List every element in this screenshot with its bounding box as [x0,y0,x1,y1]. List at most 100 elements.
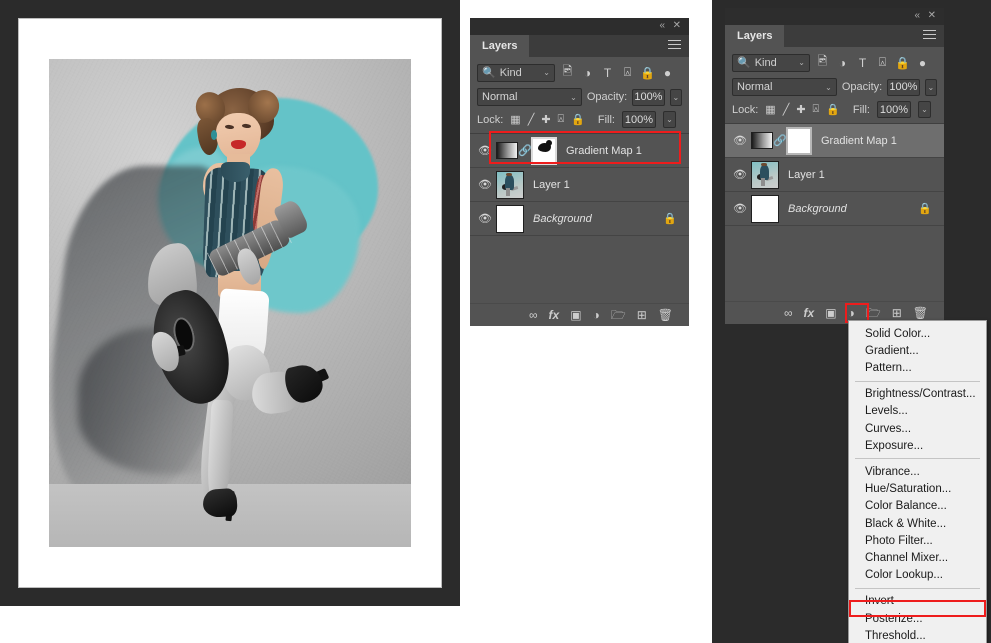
blend-mode-select[interactable]: Normal ⌄ [477,88,582,106]
eye-icon[interactable]: 👁 [729,168,751,181]
pixel-layer-icon[interactable]: 🖻 [815,52,830,73]
link-icon[interactable]: 🔗 [518,144,532,157]
shape-layer-icon[interactable]: ⍓ [875,55,890,70]
layer-name: Gradient Map 1 [566,144,642,157]
table-row[interactable]: 👁 🔗 Gradient Map 1 [725,124,944,158]
layer-styles-fx-icon[interactable]: fx [549,309,560,321]
menu-item-threshold[interactable]: Threshold... [849,627,986,643]
new-layer-icon[interactable]: ⊞ [892,307,902,319]
gradient-map-thumbnail[interactable] [751,132,773,149]
menu-item-invert[interactable]: Invert [849,593,986,610]
table-row[interactable]: 👁 Background 🔒 [470,202,689,236]
opacity-input[interactable]: 100% [887,78,920,96]
blend-mode-select[interactable]: Normal ⌄ [732,78,837,96]
menu-item-hue-saturation[interactable]: Hue/Saturation... [849,481,986,498]
lock-image-pixels-icon[interactable]: ╱ [783,103,790,116]
link-layers-icon[interactable]: ∞ [784,307,793,319]
delete-layer-icon[interactable]: 🗑 [913,307,928,319]
lock-position-icon[interactable]: ✚ [796,103,805,116]
table-row[interactable]: 👁 Layer 1 [470,168,689,202]
fill-input[interactable]: 100% [621,111,656,128]
smart-object-icon[interactable]: 🔒 [640,66,655,80]
collapse-icon[interactable]: « [659,20,665,32]
table-row[interactable]: 👁 🔗 Gradient Map 1 [470,134,689,168]
opacity-stepper-icon[interactable]: ⌄ [669,88,683,106]
shape-layer-icon[interactable]: ⍓ [620,65,635,80]
link-icon[interactable]: 🔗 [773,134,787,147]
menu-item-curves[interactable]: Curves... [849,420,986,437]
new-adjustment-layer-menu[interactable]: Solid Color... Gradient... Pattern... Br… [848,320,987,643]
lock-transparent-pixels-icon[interactable]: ▦ [765,103,775,116]
menu-item-color-balance[interactable]: Color Balance... [849,498,986,515]
close-icon[interactable]: ✕ [928,10,936,22]
eye-icon[interactable]: 👁 [729,134,751,147]
link-layers-icon[interactable]: ∞ [529,309,538,321]
close-icon[interactable]: ✕ [673,20,681,32]
smart-object-icon[interactable]: 🔒 [895,56,910,70]
gradient-map-thumbnail[interactable] [496,142,518,159]
lock-position-icon[interactable]: ✚ [541,113,550,126]
lock-all-icon[interactable]: 🔒 [826,103,840,116]
adjustment-layer-icon[interactable]: ◑ [835,56,850,70]
menu-item-black-and-white[interactable]: Black & White... [849,515,986,532]
photo-thumbnail[interactable] [751,160,779,189]
menu-item-channel-mixer[interactable]: Channel Mixer... [849,549,986,566]
add-layer-mask-icon[interactable]: ▣ [570,309,581,321]
eye-icon[interactable]: 👁 [474,178,496,191]
menu-item-posterize[interactable]: Posterize... [849,610,986,627]
pixel-layer-icon[interactable]: 🖻 [560,62,575,83]
filter-kind-label: Kind [499,66,522,79]
layer-mask-thumbnail[interactable] [786,126,812,155]
lock-artboard-icon[interactable]: ⍓ [558,113,565,126]
eye-icon[interactable]: 👁 [474,212,496,225]
filter-toggle-icon[interactable]: ● [915,56,930,70]
tab-layers[interactable]: Layers [725,25,785,47]
filter-toggle-icon[interactable]: ● [660,66,675,80]
filter-kind-select[interactable]: 🔍 Kind ⌄ [732,53,810,72]
panel-tabbar-left: Layers [470,35,689,57]
menu-item-photo-filter[interactable]: Photo Filter... [849,532,986,549]
new-adjustment-layer-icon[interactable]: ◑ [593,309,600,321]
delete-layer-icon[interactable]: 🗑 [658,309,673,321]
lock-transparent-pixels-icon[interactable]: ▦ [510,113,520,126]
new-group-icon[interactable]: 🗁 [866,307,881,319]
menu-item-brightness-contrast[interactable]: Brightness/Contrast... [849,386,986,403]
collapse-icon[interactable]: « [914,10,920,22]
menu-item-pattern[interactable]: Pattern... [849,359,986,376]
opacity-input[interactable]: 100% [632,88,665,106]
photo-thumbnail[interactable] [496,170,524,199]
new-layer-icon[interactable]: ⊞ [637,309,647,321]
opacity-stepper-icon[interactable]: ⌄ [924,78,938,96]
type-layer-icon[interactable]: T [855,56,870,70]
add-layer-mask-icon[interactable]: ▣ [825,307,836,319]
menu-item-levels[interactable]: Levels... [849,403,986,420]
hamburger-icon[interactable] [923,30,936,40]
lock-image-pixels-icon[interactable]: ╱ [528,113,535,126]
layer-mask-thumbnail[interactable] [531,136,557,165]
white-thumbnail[interactable] [496,204,524,233]
table-row[interactable]: 👁 Background 🔒 [725,192,944,226]
white-thumbnail[interactable] [751,194,779,223]
new-adjustment-layer-icon[interactable]: ◑ [848,307,855,319]
menu-item-exposure[interactable]: Exposure... [849,437,986,454]
eye-icon[interactable]: 👁 [729,202,751,215]
table-row[interactable]: 👁 Layer 1 [725,158,944,192]
new-group-icon[interactable]: 🗁 [611,309,626,321]
menu-item-solid-color[interactable]: Solid Color... [849,325,986,342]
fill-stepper-icon[interactable]: ⌄ [662,111,676,128]
tab-layers[interactable]: Layers [470,35,530,57]
menu-item-gradient[interactable]: Gradient... [849,342,986,359]
eye-icon[interactable]: 👁 [474,144,496,157]
filter-kind-select[interactable]: 🔍 Kind ⌄ [477,63,555,82]
adjustment-layer-icon[interactable]: ◑ [580,66,595,80]
menu-item-color-lookup[interactable]: Color Lookup... [849,567,986,584]
type-layer-icon[interactable]: T [600,66,615,80]
fill-stepper-icon[interactable]: ⌄ [917,101,931,118]
lock-all-icon[interactable]: 🔒 [571,113,585,126]
layer-styles-fx-icon[interactable]: fx [804,307,815,319]
fill-input[interactable]: 100% [876,101,911,118]
hamburger-icon[interactable] [668,40,681,50]
panel-titlebar-left: « ✕ [470,18,689,35]
lock-artboard-icon[interactable]: ⍓ [813,103,820,116]
menu-item-vibrance[interactable]: Vibrance... [849,463,986,480]
